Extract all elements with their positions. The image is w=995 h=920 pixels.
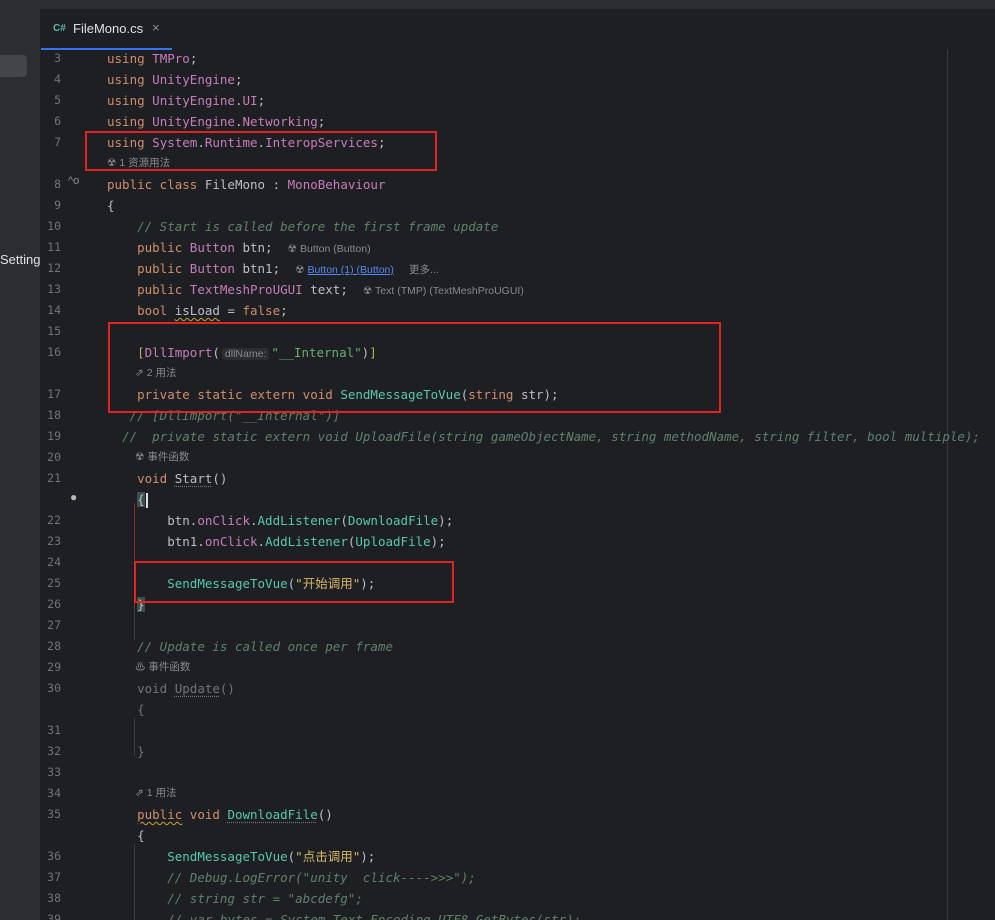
code-line[interactable]: // string str = "abcdefg"; [107, 888, 363, 909]
line-number: 18 [47, 408, 61, 422]
line-number: 32 [47, 744, 61, 758]
code-line[interactable]: public Button btn1; ☢ Button (1) (Button… [107, 258, 439, 279]
right-margin-guide [947, 50, 948, 920]
code-line[interactable]: using UnityEngine.Networking; [107, 111, 325, 132]
text-cursor [145, 493, 148, 508]
sidebar-selected-item[interactable] [0, 55, 27, 77]
code-line[interactable]: btn1.onClick.AddListener(UploadFile); [107, 531, 446, 552]
line-number: 7 [54, 135, 61, 149]
line-number: 28 [47, 639, 61, 653]
line-number: 38 [47, 891, 61, 905]
code-line[interactable]: { [107, 195, 115, 216]
sidebar-setting-label[interactable]: Setting [0, 252, 40, 267]
line-number: 30 [47, 681, 61, 695]
flame-icon: ♨ [135, 661, 146, 673]
line-number: 9 [54, 198, 61, 212]
code-line[interactable]: // Start is called before the first fram… [107, 216, 498, 237]
line-number: 34 [47, 786, 61, 800]
line-number: 20 [47, 450, 61, 464]
line-number: 13 [47, 282, 61, 296]
close-icon[interactable]: × [152, 20, 160, 35]
line-number: 29 [47, 660, 61, 674]
highlight-box-dllimport [108, 322, 721, 413]
line-number: 27 [47, 618, 61, 632]
unity-binding-hint[interactable]: ☢ Text (TMP) (TextMeshProUGUI) [363, 285, 524, 297]
event-function-hint[interactable]: ♨ 事件函数 [135, 657, 190, 678]
line-number: 22 [47, 513, 61, 527]
line-number: 26 [47, 597, 61, 611]
project-sidebar: Setting [0, 9, 41, 920]
line-number: 19 [47, 429, 61, 443]
line-number: 8 [54, 177, 61, 191]
line-number: 39 [47, 912, 61, 920]
line-number: 12 [47, 261, 61, 275]
code-line[interactable]: { [107, 825, 145, 846]
line-number: 10 [47, 219, 61, 233]
code-line[interactable]: // var bytes = System.Text.Encoding.UTF8… [107, 909, 581, 920]
line-number: 24 [47, 555, 61, 569]
line-number: 21 [47, 471, 61, 485]
code-line[interactable]: btn.onClick.AddListener(DownloadFile); [107, 510, 453, 531]
line-number: 17 [47, 387, 61, 401]
line-number: 5 [54, 93, 61, 107]
code-line[interactable]: bool isLoad = false; [107, 300, 288, 321]
line-number: 3 [54, 51, 61, 65]
code-line[interactable]: public Button btn; ☢ Button (Button) [107, 237, 371, 258]
code-line[interactable]: { [107, 699, 145, 720]
tab-title: FileMono.cs [73, 21, 144, 36]
event-function-hint[interactable]: ☢ 事件函数 [135, 447, 189, 468]
csharp-file-icon: C# [53, 23, 66, 34]
code-line[interactable]: public void DownloadFile() [107, 804, 333, 825]
tab-filemono[interactable]: C# FileMono.cs × [41, 9, 172, 51]
code-line[interactable]: void Start() [107, 468, 227, 489]
line-number: 14 [47, 303, 61, 317]
more-hint[interactable]: 更多... [409, 264, 439, 276]
usages-icon: ⇗ [135, 787, 144, 799]
line-number: 25 [47, 576, 61, 590]
implement-gutter-icon[interactable]: ^o [68, 175, 79, 187]
code-line[interactable]: // Debug.LogError("unity click---->>>"); [107, 867, 476, 888]
code-editor[interactable]: 3 4 5 6 7 8 9 10 11 12 13 14 15 16 17 18… [41, 50, 995, 920]
editor-tab-bar: C# FileMono.cs × [41, 9, 995, 51]
line-number: 35 [47, 807, 61, 821]
unity-binding-hint[interactable]: ☢ Button (Button) [288, 243, 371, 255]
unity-binding-link[interactable]: Button (1) (Button) [308, 264, 394, 276]
code-line[interactable]: // private static extern void UploadFile… [107, 426, 980, 447]
code-line[interactable]: public TextMeshProUGUI text; ☢ Text (TMP… [107, 279, 524, 300]
code-line[interactable]: using UnityEngine; [107, 69, 243, 90]
lightbulb-icon[interactable]: ● [70, 490, 77, 504]
highlight-box-using [85, 131, 437, 171]
code-line[interactable]: { [107, 489, 148, 510]
code-line[interactable]: public class FileMono : MonoBehaviour [107, 174, 385, 195]
code-line[interactable]: void Update() [107, 678, 235, 699]
line-number: 33 [47, 765, 61, 779]
code-line[interactable]: SendMessageToVue("点击调用"); [107, 846, 375, 867]
code-line[interactable]: } [107, 741, 145, 762]
line-number: 15 [47, 324, 61, 338]
code-line[interactable]: using UnityEngine.UI; [107, 90, 265, 111]
unity-icon: ☢ [135, 451, 145, 463]
line-number: 11 [47, 240, 61, 254]
line-number: 4 [54, 72, 61, 86]
code-line[interactable]: // Update is called once per frame [107, 636, 393, 657]
line-number: 16 [47, 345, 61, 359]
line-number: 23 [47, 534, 61, 548]
title-bar [0, 0, 995, 9]
line-number: 37 [47, 870, 61, 884]
code-line[interactable]: using TMPro; [107, 50, 197, 69]
line-number: 6 [54, 114, 61, 128]
line-number: 36 [47, 849, 61, 863]
line-number: 31 [47, 723, 61, 737]
usages-hint[interactable]: ⇗ 1 用法 [135, 783, 177, 804]
highlight-box-sendmessage [134, 561, 454, 603]
